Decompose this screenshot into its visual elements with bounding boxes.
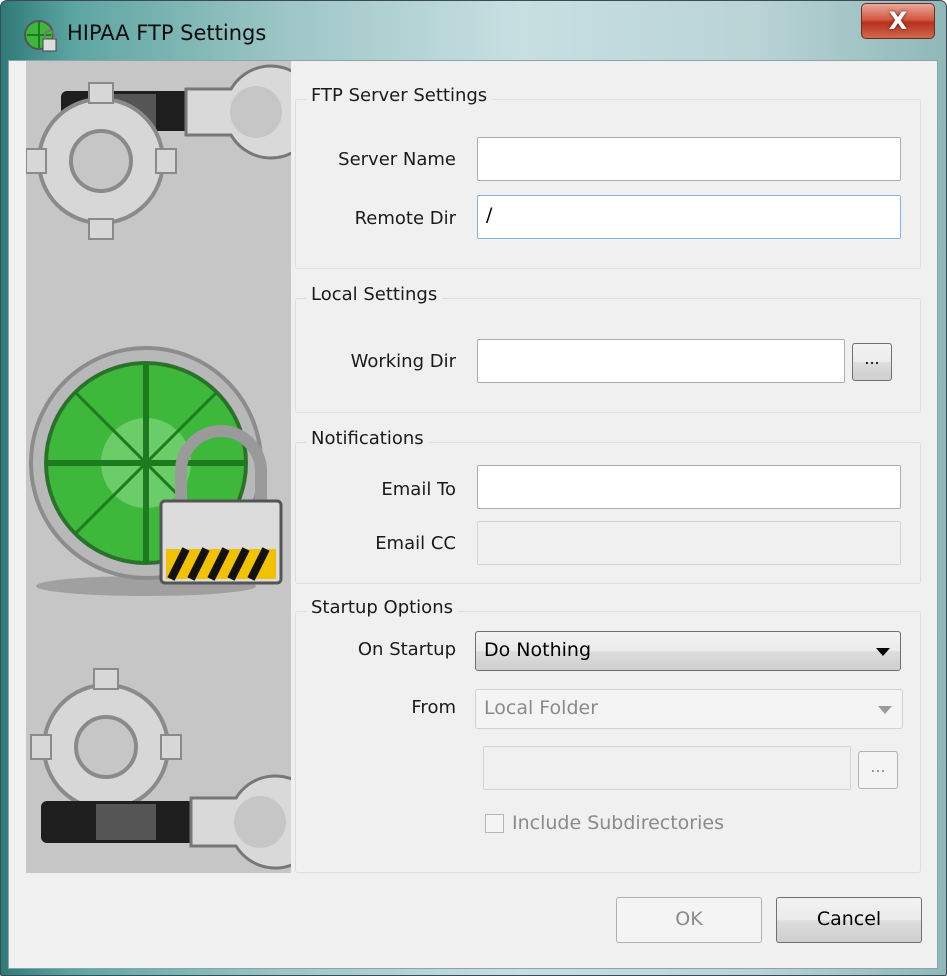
sidebar-illustration xyxy=(25,61,323,873)
remote-dir-label: Remote Dir xyxy=(354,208,456,229)
close-button[interactable]: X xyxy=(861,3,935,39)
from-dropdown[interactable]: Local Folder xyxy=(475,689,903,729)
startup-path-input[interactable] xyxy=(483,746,851,790)
globe-lock-icon xyxy=(29,346,283,596)
working-dir-browse-button[interactable]: ... xyxy=(852,343,892,381)
globe-lock-icon xyxy=(24,20,57,52)
group-title: FTP Server Settings xyxy=(306,85,493,106)
from-value: Local Folder xyxy=(484,697,598,719)
working-dir-input[interactable] xyxy=(477,339,845,383)
chevron-down-icon xyxy=(876,648,890,656)
gear-wrench-icon xyxy=(25,64,319,240)
startup-options-group: Startup Options On Startup Do Nothing Fr… xyxy=(295,597,921,873)
group-title: Startup Options xyxy=(306,597,458,618)
ftp-server-settings-group: FTP Server Settings Server Name Remote D… xyxy=(295,85,921,269)
group-title: Local Settings xyxy=(306,284,443,305)
close-icon: X xyxy=(888,7,908,35)
on-startup-dropdown[interactable]: Do Nothing xyxy=(475,631,901,671)
server-name-input[interactable] xyxy=(477,137,901,181)
remote-dir-input[interactable]: / xyxy=(477,195,901,239)
email-to-label: Email To xyxy=(381,479,456,500)
chevron-down-icon xyxy=(878,706,892,714)
title-bar[interactable]: HIPAA FTP Settings X xyxy=(1,1,946,61)
on-startup-value: Do Nothing xyxy=(484,639,592,661)
startup-path-browse-button[interactable]: ... xyxy=(858,751,898,789)
gear-wrench-icon xyxy=(30,668,323,870)
include-subdirectories-label: Include Subdirectories xyxy=(512,812,724,834)
email-cc-label: Email CC xyxy=(375,533,456,554)
dialog-window: HIPAA FTP Settings X FTP Server Settings… xyxy=(0,0,947,976)
cancel-button[interactable]: Cancel xyxy=(776,897,922,943)
on-startup-label: On Startup xyxy=(357,639,456,660)
client-area: FTP Server Settings Server Name Remote D… xyxy=(8,60,938,969)
notifications-group: Notifications Email To Email CC xyxy=(295,428,921,584)
window-title: HIPAA FTP Settings xyxy=(67,21,267,45)
from-label: From xyxy=(411,697,456,718)
include-subdirectories-checkbox[interactable] xyxy=(485,814,504,833)
server-name-label: Server Name xyxy=(338,149,456,170)
local-settings-group: Local Settings Working Dir ... xyxy=(295,284,921,413)
group-title: Notifications xyxy=(306,428,429,449)
email-to-input[interactable] xyxy=(477,465,901,509)
sidebar-art xyxy=(25,64,323,870)
ok-button[interactable]: OK xyxy=(616,897,762,943)
email-cc-input[interactable] xyxy=(477,521,901,565)
working-dir-label: Working Dir xyxy=(350,351,456,372)
